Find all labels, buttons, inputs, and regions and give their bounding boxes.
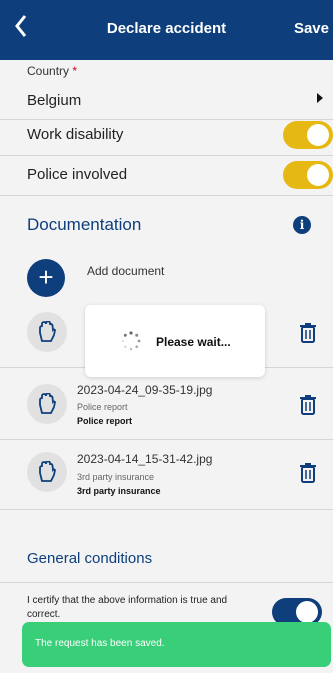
country-label: Country * xyxy=(27,64,77,78)
trash-icon[interactable] xyxy=(299,322,317,344)
general-conditions-title: General conditions xyxy=(27,550,153,567)
success-toast[interactable]: The request has been saved. xyxy=(22,622,331,667)
required-mark: * xyxy=(72,64,78,78)
police-involved-row: Police involved xyxy=(0,156,333,194)
toast-text: The request has been saved. xyxy=(35,638,165,649)
trash-icon[interactable] xyxy=(299,394,317,416)
toggle-knob xyxy=(307,124,329,146)
document-name: 2023-04-14_15-31-42.jpg xyxy=(77,452,213,466)
divider xyxy=(0,439,333,440)
divider xyxy=(0,582,333,583)
toggle-knob xyxy=(296,601,318,623)
info-icon[interactable]: i xyxy=(293,216,311,234)
trash-icon[interactable] xyxy=(299,462,317,484)
plus-icon: + xyxy=(38,262,54,292)
spinner-icon xyxy=(121,331,141,351)
work-disability-toggle[interactable] xyxy=(283,121,333,149)
hand-icon xyxy=(39,461,56,482)
document-subtitle: 3rd party insurance xyxy=(77,472,155,482)
country-label-text: Country xyxy=(27,64,70,78)
police-involved-toggle[interactable] xyxy=(283,161,333,189)
document-name: 2023-04-24_09-35-19.jpg xyxy=(77,383,213,397)
documentation-title: Documentation xyxy=(27,215,142,234)
document-thumbnail-icon[interactable] xyxy=(27,312,67,352)
divider xyxy=(0,509,333,510)
save-button[interactable]: Save xyxy=(294,20,329,37)
chevron-right-icon xyxy=(317,93,323,103)
work-disability-row: Work disability xyxy=(0,116,333,154)
document-thumbnail-icon[interactable] xyxy=(27,384,67,424)
document-subtitle: Police report xyxy=(77,402,128,412)
work-disability-label: Work disability xyxy=(27,126,124,143)
hand-icon xyxy=(39,321,56,342)
document-type: 3rd party insurance xyxy=(77,486,161,496)
country-value: Belgium xyxy=(27,92,82,109)
divider xyxy=(0,195,333,196)
country-selector[interactable]: Belgium xyxy=(0,82,333,120)
loading-text: Please wait... xyxy=(156,335,231,349)
certify-text: I certify that the above information is … xyxy=(27,595,228,620)
document-thumbnail-icon[interactable] xyxy=(27,452,67,492)
loading-dialog: Please wait... xyxy=(85,305,265,377)
toggle-knob xyxy=(307,164,329,186)
page-title: Declare accident xyxy=(106,20,227,37)
hand-icon xyxy=(39,393,56,414)
add-document-button[interactable]: + xyxy=(27,259,65,297)
document-type: Police report xyxy=(77,416,133,426)
add-document-label: Add document xyxy=(87,264,165,278)
police-involved-label: Police involved xyxy=(27,166,128,183)
app-header: Declare accident Save xyxy=(0,0,333,60)
